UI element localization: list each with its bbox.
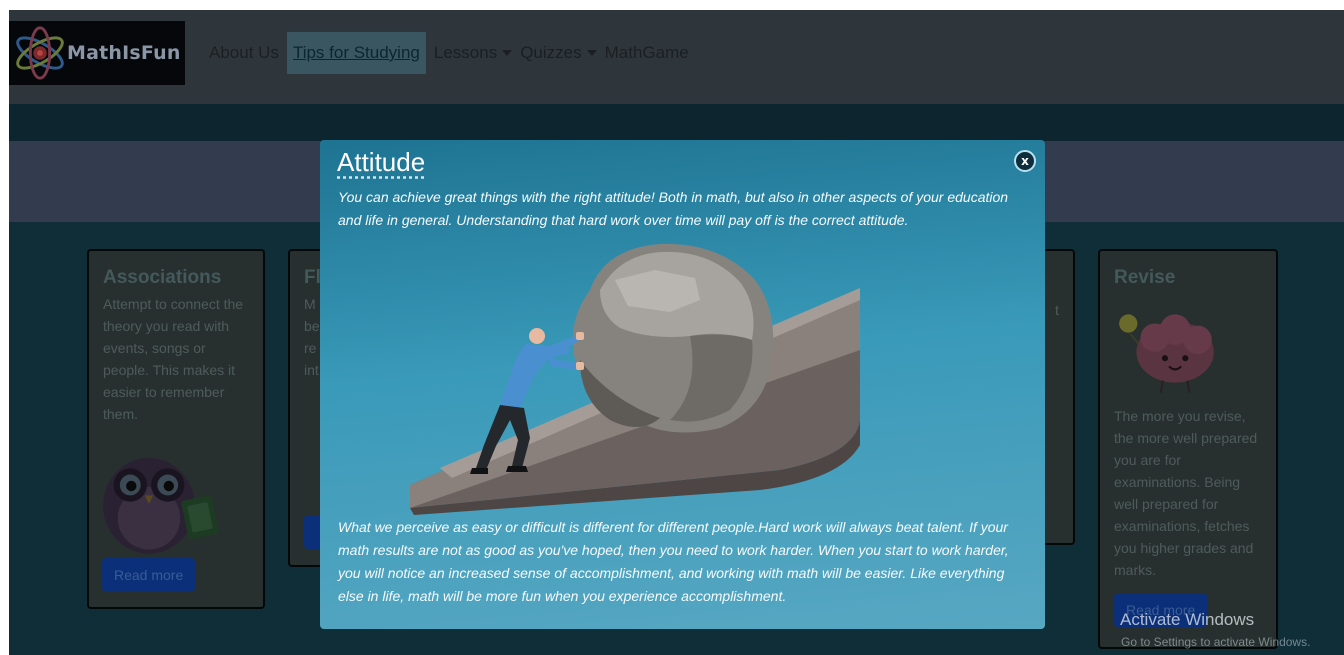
- man-pushing-boulder-illustration: [410, 243, 860, 515]
- modal-title: Attitude: [337, 147, 426, 177]
- read-more-button[interactable]: Read more: [102, 558, 196, 592]
- nav-quizzes-label: Quizzes: [520, 43, 582, 62]
- card-associations: Associations Attempt to connect the theo…: [87, 249, 265, 609]
- modal-intro-text: You can achieve great things with the ri…: [338, 189, 1009, 228]
- card-title: Associations: [103, 267, 222, 288]
- attitude-modal: Attitude x You can achieve great things …: [320, 140, 1045, 629]
- nav-tips[interactable]: Tips for Studying: [286, 32, 426, 74]
- page-frame: MathIsFun About Us Tips for Studying Les…: [9, 10, 1344, 655]
- owl-illustration: [103, 457, 219, 554]
- activate-windows-subtitle: Go to Settings to activate Windows.: [1121, 635, 1311, 649]
- header-band: [9, 104, 1344, 141]
- caret-down-icon: [502, 50, 513, 56]
- activate-windows-title: Activate Windows: [1120, 610, 1255, 629]
- brand-name: MathIsFun: [67, 42, 181, 64]
- atom-icon: [16, 26, 64, 80]
- card-title: Revise: [1114, 267, 1176, 288]
- nav-lessons-label: Lessons: [433, 43, 498, 62]
- main-nav: About Us Tips for Studying Lessons Quizz…: [205, 32, 693, 74]
- nav-lessons[interactable]: Lessons: [430, 32, 516, 74]
- brain-illustration: [1119, 314, 1214, 393]
- caret-down-icon: [586, 50, 597, 56]
- close-icon[interactable]: x: [1014, 150, 1036, 172]
- nav-mathgame[interactable]: MathGame: [601, 32, 693, 74]
- nav-quizzes[interactable]: Quizzes: [516, 32, 600, 74]
- brand-logo[interactable]: MathIsFun: [9, 21, 185, 85]
- navbar: MathIsFun About Us Tips for Studying Les…: [9, 10, 1344, 104]
- modal-body-text: What we perceive as easy or difficult is…: [338, 519, 1009, 604]
- card-revise: Revise The more you revise, the more wel…: [1098, 249, 1278, 649]
- nav-about[interactable]: About Us: [205, 32, 283, 74]
- card-text: The more you revise, the more well prepa…: [1114, 408, 1258, 578]
- card-text: Attempt to connect the theory you read w…: [103, 296, 244, 422]
